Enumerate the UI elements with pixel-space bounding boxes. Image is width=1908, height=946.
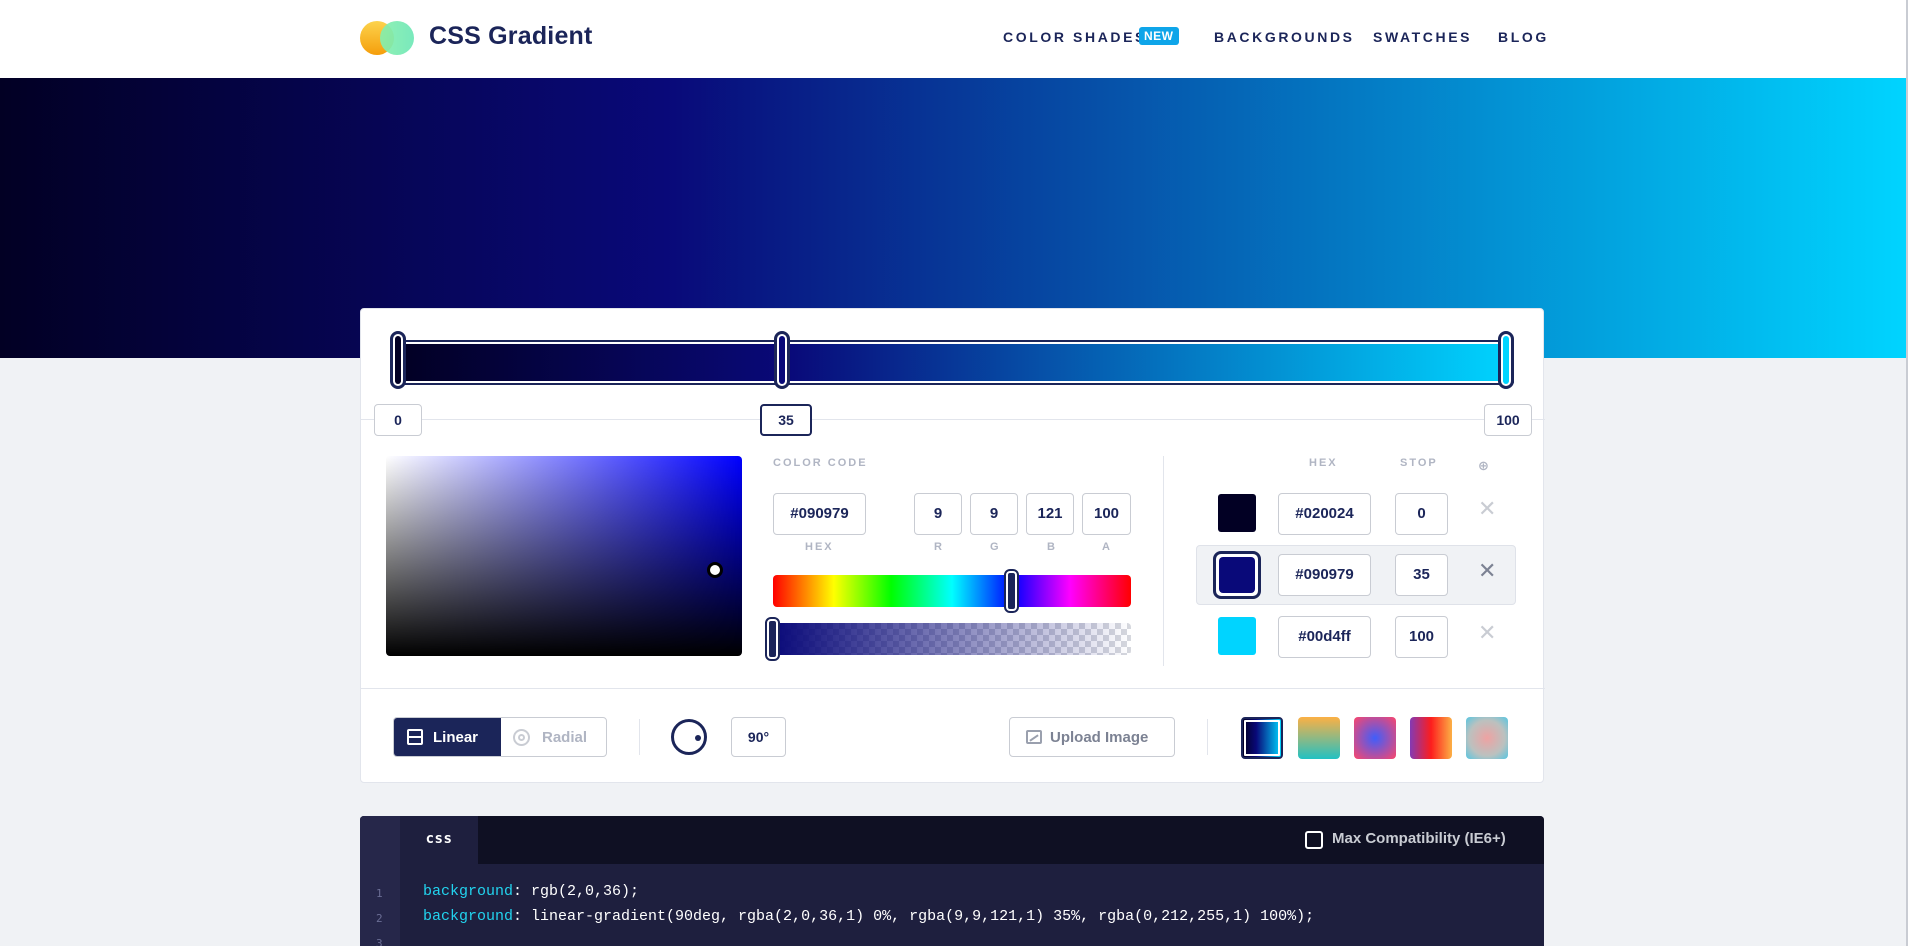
linear-button[interactable]: Linear xyxy=(394,718,501,756)
divider xyxy=(639,719,640,755)
image-icon xyxy=(1026,730,1042,744)
code-line[interactable]: background: rgb(2,0,36); xyxy=(423,883,639,900)
g-label: G xyxy=(990,541,1001,553)
nav-color-shades[interactable]: COLOR SHADES xyxy=(1003,29,1147,45)
preset-gradient-3[interactable] xyxy=(1354,717,1396,759)
brand-title[interactable]: CSS Gradient xyxy=(429,22,593,51)
linear-label: Linear xyxy=(433,729,479,746)
stop-hex-35[interactable]: #090979 xyxy=(1278,554,1371,596)
stop-position-100[interactable]: 100 xyxy=(1484,404,1532,436)
stop-hex-0[interactable]: #020024 xyxy=(1278,493,1371,535)
preset-gradient-1[interactable] xyxy=(1241,717,1283,759)
max-compatibility-checkbox[interactable] xyxy=(1305,831,1323,849)
remove-stop-icon[interactable]: ✕ xyxy=(1478,558,1496,584)
stop-value-35[interactable]: 35 xyxy=(1395,554,1448,596)
logo-icon[interactable] xyxy=(360,21,416,55)
divider xyxy=(361,688,1545,689)
hex-input[interactable]: #090979 xyxy=(773,493,866,535)
b-input[interactable]: 121 xyxy=(1026,493,1074,535)
css-output-panel: css Max Compatibility (IE6+) 1 backgroun… xyxy=(360,816,1544,946)
upload-label: Upload Image xyxy=(1050,729,1149,746)
line-number: 1 xyxy=(376,887,383,900)
stop-swatch-0[interactable] xyxy=(1218,494,1256,532)
list-hex-header: HEX xyxy=(1309,457,1338,469)
alpha-slider[interactable] xyxy=(773,623,1131,655)
b-label: B xyxy=(1047,541,1057,553)
upload-image-button[interactable]: Upload Image xyxy=(1009,717,1175,757)
site-header: CSS Gradient COLOR SHADES NEW BACKGROUND… xyxy=(0,0,1908,78)
angle-input[interactable]: 90° xyxy=(731,717,786,757)
new-badge: NEW xyxy=(1139,27,1179,45)
preset-gradient-2[interactable] xyxy=(1298,717,1340,759)
line-number: 2 xyxy=(376,912,383,925)
divider xyxy=(361,419,1545,420)
gradient-type-toggle: Linear Radial xyxy=(393,717,607,757)
code-line[interactable]: background: linear-gradient(90deg, rgba(… xyxy=(423,908,1314,925)
stop-swatch-35[interactable] xyxy=(1213,551,1261,599)
stop-value-0[interactable]: 0 xyxy=(1395,493,1448,535)
stop-position-0[interactable]: 0 xyxy=(374,404,422,436)
color-code-label: COLOR CODE xyxy=(773,457,868,469)
nav-blog[interactable]: BLOG xyxy=(1498,29,1549,45)
hue-handle[interactable] xyxy=(1004,569,1019,613)
stop-handle-100[interactable] xyxy=(1498,331,1514,389)
divider xyxy=(1163,456,1164,666)
divider xyxy=(1207,719,1208,755)
tab-css[interactable]: css xyxy=(400,816,478,864)
add-stop-icon[interactable]: ⊕ xyxy=(1478,458,1489,474)
picker-cursor[interactable] xyxy=(707,562,723,578)
remove-stop-icon[interactable]: ✕ xyxy=(1478,496,1496,522)
list-stop-header: STOP xyxy=(1400,457,1438,469)
stop-swatch-100[interactable] xyxy=(1218,617,1256,655)
hue-slider[interactable] xyxy=(773,575,1131,607)
preset-gradient-4[interactable] xyxy=(1410,717,1452,759)
stop-position-35[interactable]: 35 xyxy=(760,404,812,436)
radial-label: Radial xyxy=(542,729,588,746)
line-gutter xyxy=(360,816,400,946)
max-compatibility-label[interactable]: Max Compatibility (IE6+) xyxy=(1332,830,1506,847)
stop-handle-35[interactable] xyxy=(774,331,790,389)
nav-swatches[interactable]: SWATCHES xyxy=(1373,29,1472,45)
a-input[interactable]: 100 xyxy=(1082,493,1131,535)
hex-label: HEX xyxy=(805,541,834,553)
linear-icon xyxy=(407,729,423,745)
preset-gradient-5[interactable] xyxy=(1466,717,1508,759)
radial-icon xyxy=(513,729,530,746)
stop-value-100[interactable]: 100 xyxy=(1395,616,1448,658)
remove-stop-icon[interactable]: ✕ xyxy=(1478,620,1496,646)
radial-button[interactable]: Radial xyxy=(501,718,606,756)
saturation-value-picker[interactable] xyxy=(386,456,742,656)
line-number: 3 xyxy=(376,937,383,946)
angle-dial-icon[interactable] xyxy=(671,719,707,755)
alpha-handle[interactable] xyxy=(765,617,780,661)
nav-backgrounds[interactable]: BACKGROUNDS xyxy=(1214,29,1355,45)
r-input[interactable]: 9 xyxy=(914,493,962,535)
g-input[interactable]: 9 xyxy=(970,493,1018,535)
r-label: R xyxy=(934,541,944,553)
gradient-editor: 0 35 100 COLOR CODE #090979 HEX 9 9 121 … xyxy=(360,308,1545,783)
stop-hex-100[interactable]: #00d4ff xyxy=(1278,616,1371,658)
a-label: A xyxy=(1102,541,1112,553)
stop-handle-0[interactable] xyxy=(390,331,406,389)
gradient-stop-track[interactable] xyxy=(397,340,1514,385)
